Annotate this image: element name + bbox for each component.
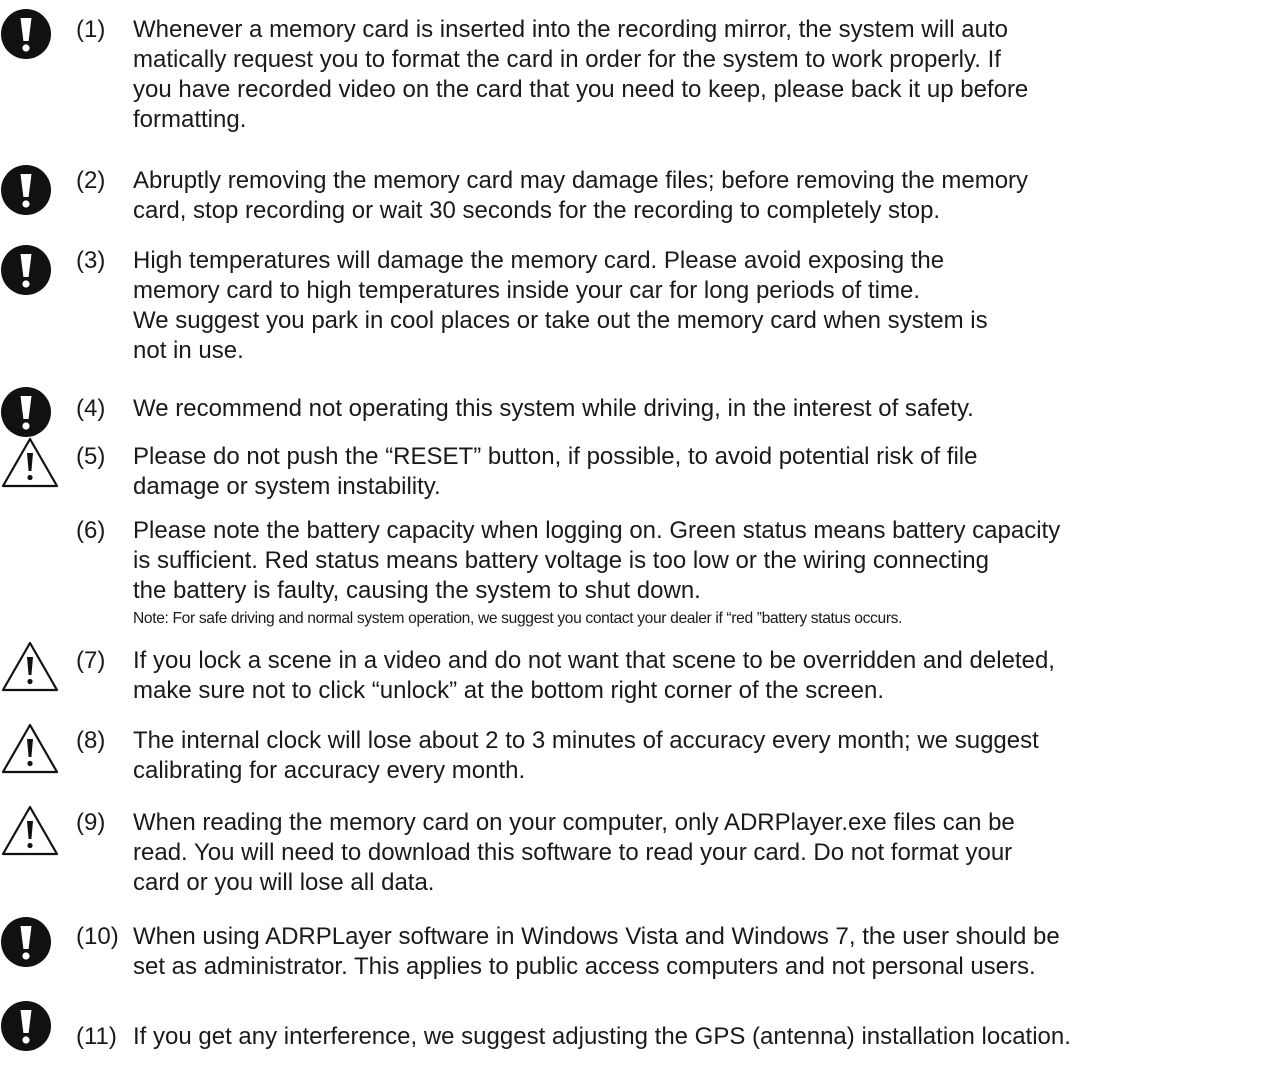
item-number: (11) bbox=[76, 1023, 117, 1050]
exclamation-circle-icon bbox=[0, 916, 52, 968]
item-text: When reading the memory card on your com… bbox=[133, 809, 1015, 896]
item-number: (6) bbox=[76, 517, 106, 544]
warning-triangle-icon bbox=[0, 804, 59, 856]
exclamation-circle-icon bbox=[0, 164, 52, 216]
item-text: If you lock a scene in a video and do no… bbox=[133, 647, 1055, 704]
exclamation-circle-icon bbox=[0, 386, 52, 438]
item-number: (4) bbox=[76, 395, 106, 422]
item-text: The internal clock will lose about 2 to … bbox=[133, 727, 1039, 784]
exclamation-circle-icon bbox=[0, 1000, 52, 1052]
exclamation-circle-icon bbox=[0, 8, 52, 60]
item-text: Whenever a memory card is inserted into … bbox=[133, 16, 1029, 133]
item-text: We recommend not operating this system w… bbox=[133, 395, 974, 422]
item-number: (2) bbox=[76, 167, 106, 194]
warning-triangle-icon bbox=[0, 436, 59, 488]
item-number: (8) bbox=[76, 727, 106, 754]
item-text: Abruptly removing the memory card may da… bbox=[133, 167, 1029, 224]
warning-triangle-icon bbox=[0, 640, 59, 692]
item-note: Note: For safe driving and normal system… bbox=[133, 610, 903, 627]
manual-page: (1) Whenever a memory card is inserted i… bbox=[0, 0, 1261, 1069]
item-text: High temperatures will damage the memory… bbox=[133, 247, 988, 364]
item-text: If you get any interference, we suggest … bbox=[133, 1023, 1071, 1050]
warning-triangle-icon bbox=[0, 722, 59, 774]
item-text: When using ADRPLayer software in Windows… bbox=[133, 923, 1060, 980]
item-number: (5) bbox=[76, 443, 106, 470]
item-number: (1) bbox=[76, 16, 106, 43]
item-text: Please do not push the “RESET” button, i… bbox=[133, 443, 978, 500]
exclamation-circle-icon bbox=[0, 244, 52, 296]
item-text: Please note the battery capacity when lo… bbox=[133, 517, 1061, 604]
item-number: (3) bbox=[76, 247, 106, 274]
item-number: (10) bbox=[76, 923, 119, 950]
item-number: (9) bbox=[76, 809, 106, 836]
item-number: (7) bbox=[76, 647, 106, 674]
